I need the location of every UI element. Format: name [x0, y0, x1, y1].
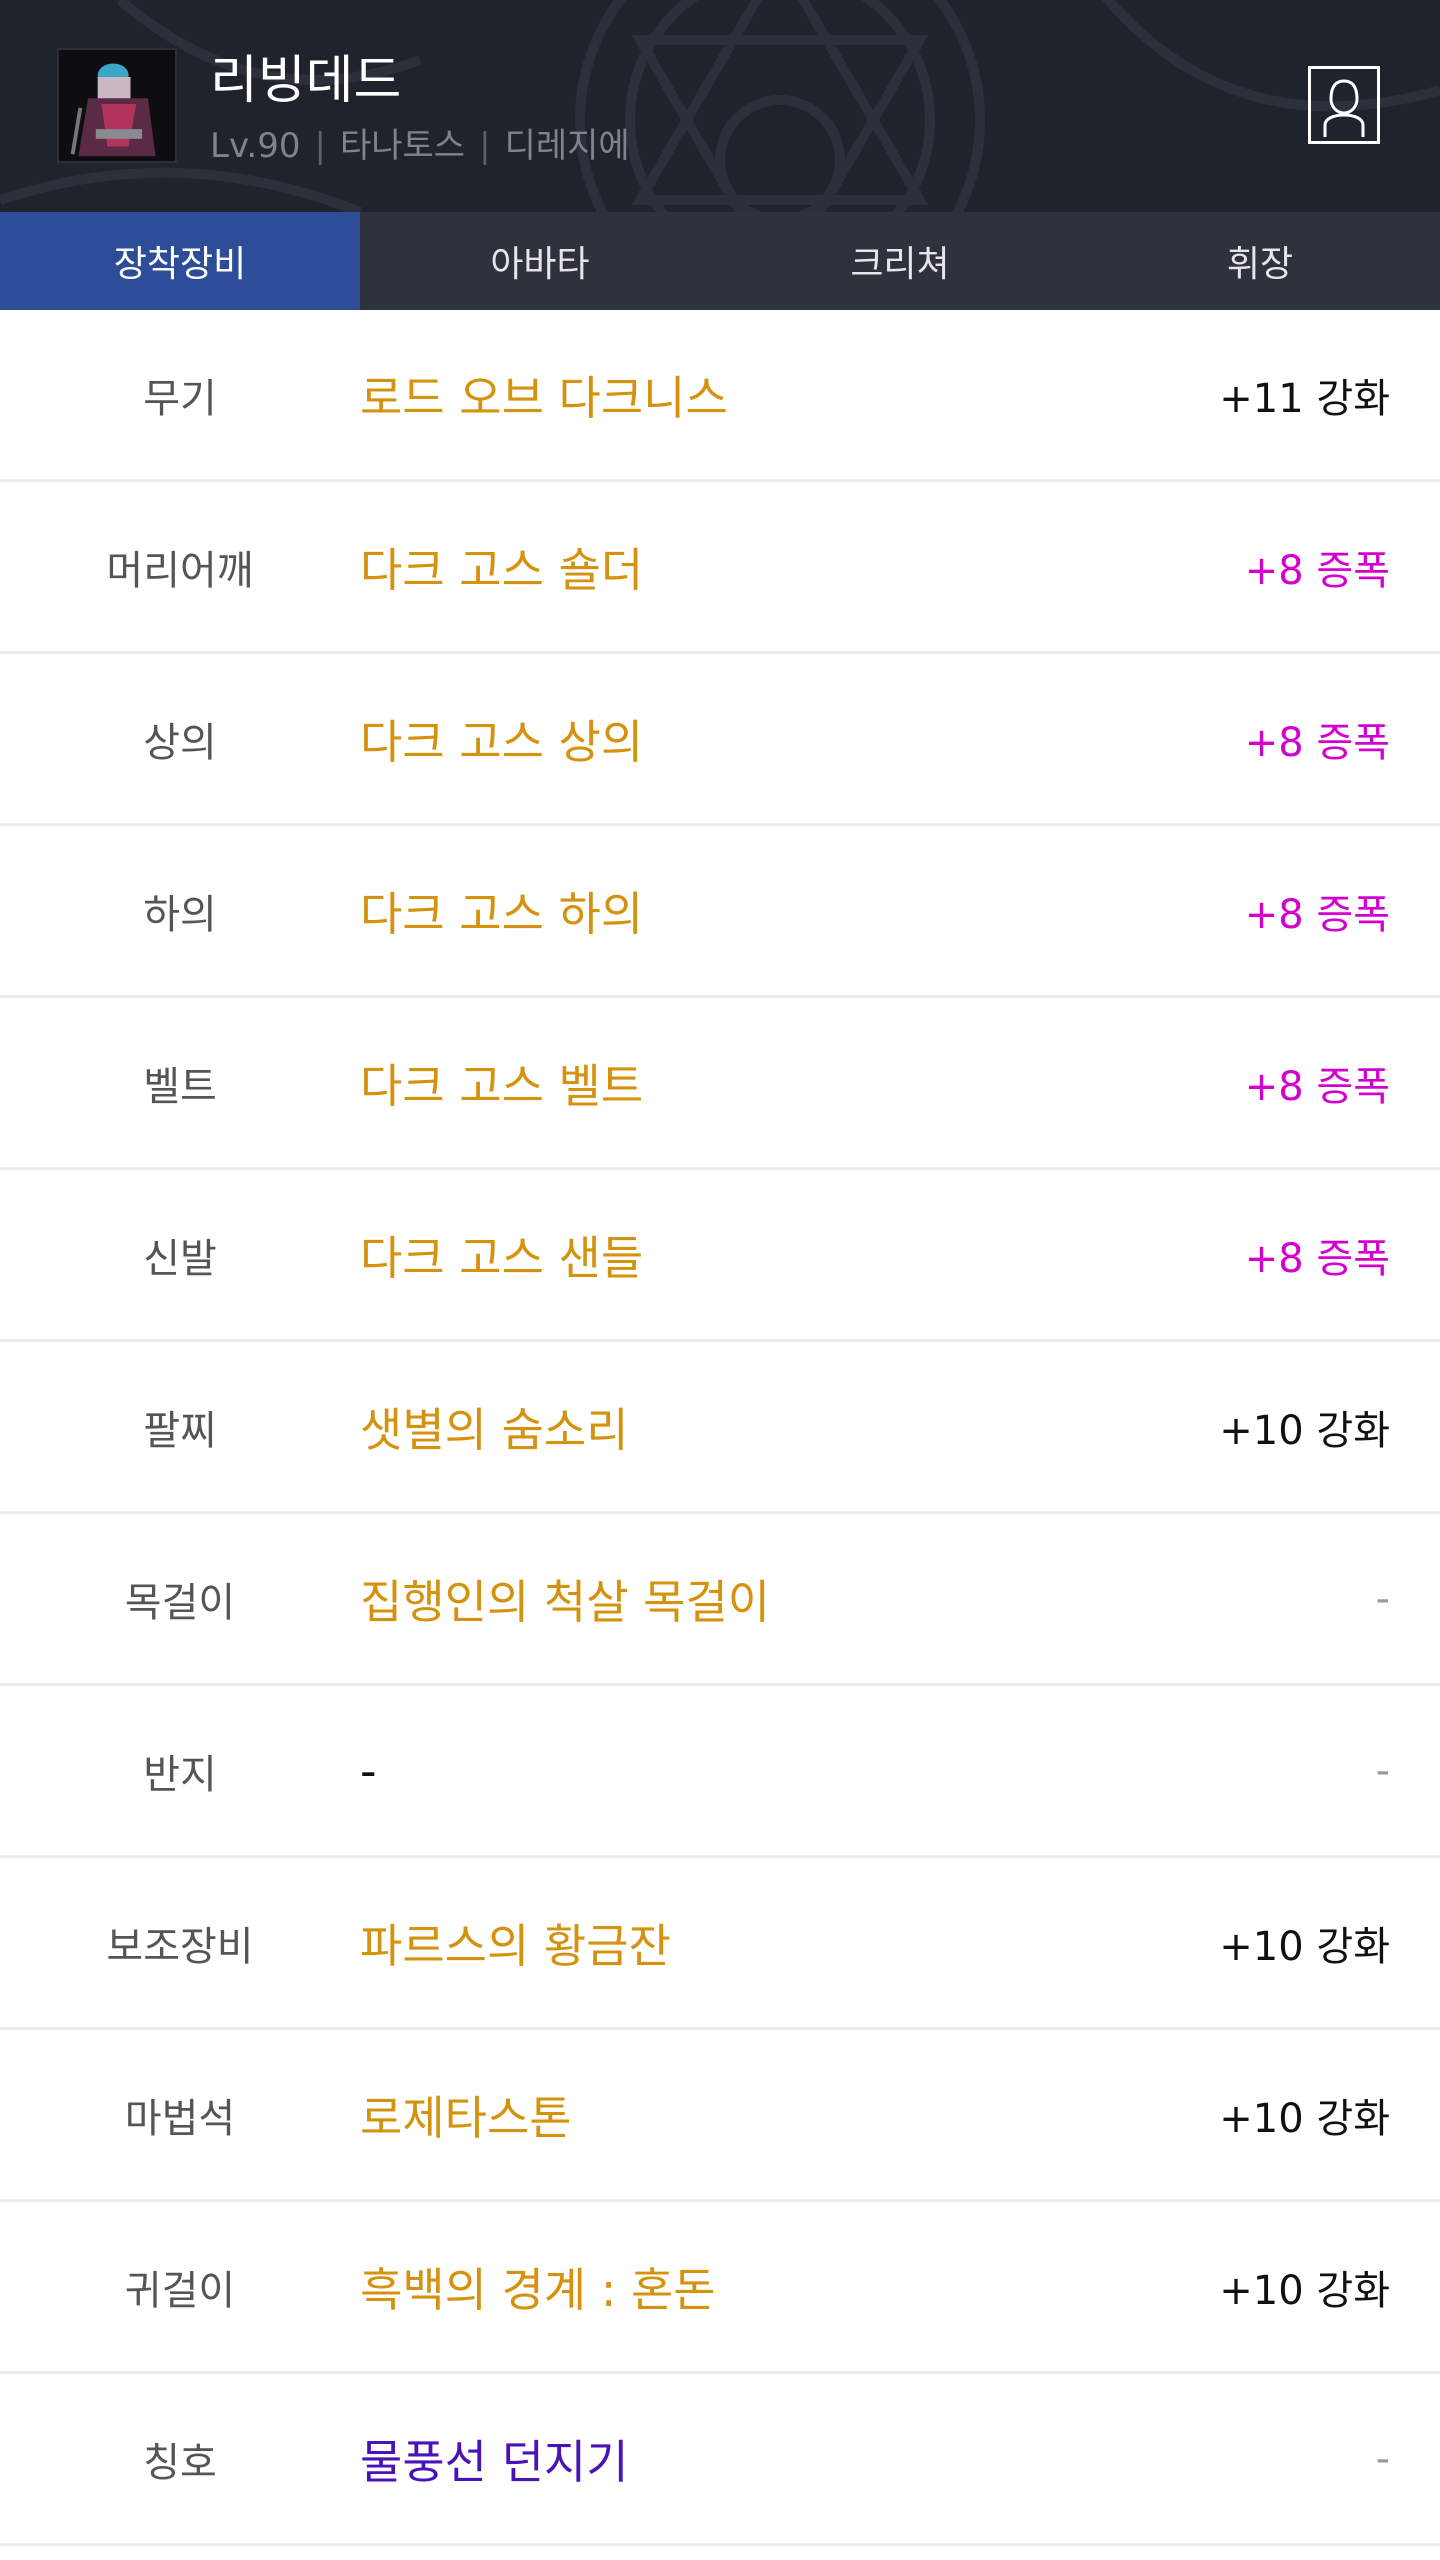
item-name: - — [360, 1743, 377, 1798]
character-portrait-icon — [59, 50, 175, 161]
item-name: 물풍선 던지기 — [360, 2434, 629, 2489]
character-meta: Lv.90 | 타나토스 | 디레지에 — [210, 118, 630, 167]
category-tabs: 장착장비 아바타 크리쳐 휘장 — [0, 212, 1440, 310]
equipment-row-earring[interactable]: 귀걸이 흑백의 경계 : 혼돈 +10 강화 — [0, 2202, 1440, 2374]
item-name: 흑백의 경계 : 혼돈 — [360, 2262, 716, 2317]
slot-label: 칭호 — [143, 2439, 217, 2486]
character-job: 디레지에 — [504, 126, 630, 166]
item-name: 다크 고스 벨트 — [360, 1058, 644, 1113]
tab-equipment[interactable]: 장착장비 — [0, 212, 360, 310]
slot-label: 반지 — [143, 1751, 217, 1798]
person-icon — [1323, 79, 1365, 137]
slot-label: 신발 — [143, 1235, 217, 1282]
slot-label: 머리어깨 — [106, 547, 254, 594]
slot-label: 무기 — [143, 375, 217, 422]
enhance-level: +11 강화 — [1219, 375, 1390, 422]
tab-creature[interactable]: 크리쳐 — [720, 212, 1080, 310]
slot-label: 마법석 — [124, 2095, 236, 2142]
enhance-level: - — [1375, 1747, 1390, 1794]
equipment-row-title[interactable]: 칭호 물풍선 던지기 - — [0, 2374, 1440, 2546]
tab-emblem[interactable]: 휘장 — [1080, 212, 1440, 310]
item-name: 로드 오브 다크니스 — [360, 370, 728, 425]
character-avatar — [57, 48, 177, 163]
equipment-row-weapon[interactable]: 무기 로드 오브 다크니스 +11 강화 — [0, 310, 1440, 482]
item-name: 로제타스톤 — [360, 2090, 572, 2145]
equipment-row-bottom[interactable]: 하의 다크 고스 하의 +8 증폭 — [0, 826, 1440, 998]
slot-label: 벨트 — [143, 1063, 217, 1110]
equipment-row-belt[interactable]: 벨트 다크 고스 벨트 +8 증폭 — [0, 998, 1440, 1170]
equipment-row-top[interactable]: 상의 다크 고스 상의 +8 증폭 — [0, 654, 1440, 826]
amplify-level: +8 증폭 — [1244, 719, 1390, 766]
character-level: Lv.90 — [210, 126, 301, 166]
slot-label: 귀걸이 — [124, 2267, 236, 2314]
item-name: 다크 고스 하의 — [360, 886, 644, 941]
slot-label: 하의 — [143, 891, 217, 938]
item-name: 집행인의 척살 목걸이 — [360, 1574, 771, 1629]
enhance-level: +10 강화 — [1219, 1407, 1390, 1454]
tab-avatar[interactable]: 아바타 — [360, 212, 720, 310]
character-header: 리빙데드 Lv.90 | 타나토스 | 디레지에 — [0, 0, 1440, 212]
amplify-level: +8 증폭 — [1244, 1063, 1390, 1110]
slot-label: 보조장비 — [106, 1923, 254, 1970]
meta-separator: | — [479, 126, 491, 166]
enhance-level: - — [1375, 2435, 1390, 2482]
equipment-row-shoulder[interactable]: 머리어깨 다크 고스 숄더 +8 증폭 — [0, 482, 1440, 654]
equipment-row-bracelet[interactable]: 팔찌 샛별의 숨소리 +10 강화 — [0, 1342, 1440, 1514]
equipment-row-magicstone[interactable]: 마법석 로제타스톤 +10 강화 — [0, 2030, 1440, 2202]
equipment-row-subweapon[interactable]: 보조장비 파르스의 황금잔 +10 강화 — [0, 1858, 1440, 2030]
amplify-level: +8 증폭 — [1244, 891, 1390, 938]
amplify-level: +8 증폭 — [1244, 1235, 1390, 1282]
equipment-list: 무기 로드 오브 다크니스 +11 강화 머리어깨 다크 고스 숄더 +8 증폭… — [0, 310, 1440, 2546]
meta-separator: | — [314, 126, 326, 166]
profile-button[interactable] — [1308, 66, 1380, 144]
enhance-level: +10 강화 — [1219, 2267, 1390, 2314]
item-name: 샛별의 숨소리 — [360, 1402, 629, 1457]
enhance-level: +10 강화 — [1219, 2095, 1390, 2142]
amplify-level: +8 증폭 — [1244, 547, 1390, 594]
slot-label: 목걸이 — [124, 1579, 236, 1626]
enhance-level: +10 강화 — [1219, 1923, 1390, 1970]
item-name: 다크 고스 샌들 — [360, 1230, 644, 1285]
item-name: 다크 고스 상의 — [360, 714, 644, 769]
slot-label: 상의 — [143, 719, 217, 766]
character-name: 리빙데드 — [210, 51, 402, 111]
enhance-level: - — [1375, 1575, 1390, 1622]
character-server: 타나토스 — [339, 126, 466, 166]
equipment-row-shoes[interactable]: 신발 다크 고스 샌들 +8 증폭 — [0, 1170, 1440, 1342]
item-name: 다크 고스 숄더 — [360, 542, 644, 597]
equipment-row-necklace[interactable]: 목걸이 집행인의 척살 목걸이 - — [0, 1514, 1440, 1686]
slot-label: 팔찌 — [143, 1407, 217, 1454]
item-name: 파르스의 황금잔 — [360, 1918, 671, 1973]
equipment-row-ring[interactable]: 반지 - - — [0, 1686, 1440, 1858]
